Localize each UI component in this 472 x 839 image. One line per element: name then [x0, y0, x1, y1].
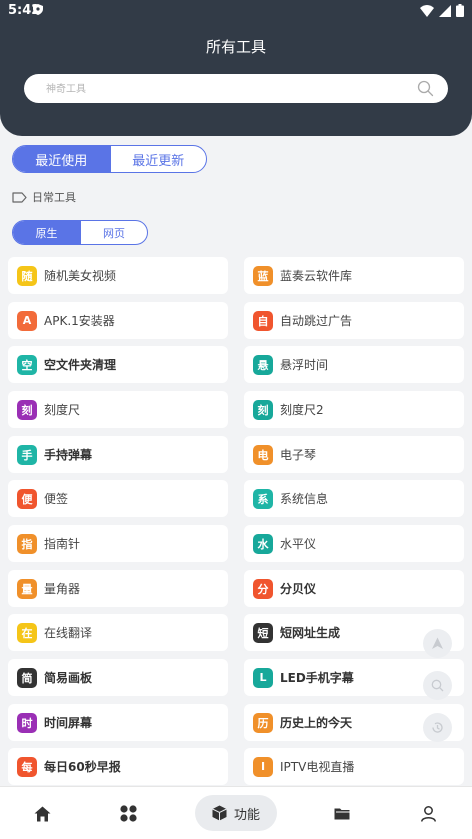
tool-label: 量角器 [44, 582, 81, 596]
tool-badge: 电 [253, 444, 273, 465]
tool-badge: 刻 [253, 399, 273, 420]
tool-badge: 随 [17, 265, 37, 286]
tool-label: 简易画板 [44, 671, 93, 685]
tool-label: 手持弹幕 [44, 448, 93, 462]
tool-badge: 指 [17, 533, 37, 554]
tool-badge: 蓝 [253, 265, 273, 286]
history-button[interactable] [423, 713, 452, 742]
nav-profile[interactable] [408, 787, 448, 839]
tool-card[interactable]: 蓝蓝奏云软件库 [244, 257, 464, 294]
user-icon [420, 805, 436, 822]
tool-card[interactable]: 刻刻度尺2 [244, 391, 464, 428]
nav-apps[interactable] [108, 787, 148, 839]
tool-badge: 便 [17, 488, 37, 509]
tool-card[interactable]: 系系统信息 [244, 480, 464, 517]
tool-label: 时间屏幕 [44, 716, 93, 730]
home-icon [34, 806, 50, 821]
tool-card[interactable]: 简简易画板 [8, 659, 228, 696]
tool-card[interactable]: 水水平仪 [244, 525, 464, 562]
tool-label: 电子琴 [280, 448, 317, 462]
tool-card[interactable]: 手手持弹幕 [8, 436, 228, 473]
tool-label: 刻度尺2 [280, 403, 324, 417]
scroll-top-button[interactable] [423, 629, 452, 658]
tool-label: LED手机字幕 [280, 671, 354, 685]
folder-icon [334, 808, 350, 820]
tool-badge: L [253, 667, 273, 688]
tool-badge: 短 [253, 622, 273, 643]
history-icon [432, 722, 443, 733]
tool-label: 分贝仪 [280, 582, 317, 596]
tool-label: 水平仪 [280, 537, 317, 551]
tool-label: 空文件夹清理 [44, 358, 117, 372]
navigation-arrow-icon [432, 637, 443, 649]
tool-card[interactable]: 悬悬浮时间 [244, 346, 464, 383]
tool-badge: 水 [253, 533, 273, 554]
tool-label: 每日60秒早报 [44, 760, 121, 774]
nav-functions[interactable]: 功能 [195, 795, 277, 831]
tool-card[interactable]: 时时间屏幕 [8, 704, 228, 741]
tool-badge: 刻 [17, 399, 37, 420]
tool-card[interactable]: I IPTV电视直播 [244, 748, 464, 785]
tool-badge: I [253, 756, 273, 777]
tool-badge: 时 [17, 712, 37, 733]
tool-badge: 每 [17, 756, 37, 777]
tool-badge: 简 [17, 667, 37, 688]
nav-files[interactable] [322, 787, 362, 839]
tool-badge: 系 [253, 488, 273, 509]
tool-label: 指南针 [44, 537, 81, 551]
tool-card[interactable]: A APK.1安装器 [8, 302, 228, 339]
tool-label: IPTV电视直播 [280, 760, 355, 774]
tool-label: 历史上的今天 [280, 716, 353, 730]
tool-card[interactable]: 电电子琴 [244, 436, 464, 473]
tool-badge: 历 [253, 712, 273, 733]
tool-badge: 量 [17, 578, 37, 599]
tool-label: 蓝奏云软件库 [280, 269, 353, 283]
tool-card[interactable]: 在在线翻译 [8, 614, 228, 651]
tool-badge: 手 [17, 444, 37, 465]
tool-card[interactable]: 指指南针 [8, 525, 228, 562]
tool-label: 悬浮时间 [280, 358, 329, 372]
float-search-button[interactable] [423, 671, 452, 700]
tool-badge: 空 [17, 354, 37, 375]
tool-label: 系统信息 [280, 492, 329, 506]
bottom-navigation: 功能 [0, 786, 472, 839]
apps-icon [119, 805, 137, 822]
tool-badge: 自 [253, 310, 273, 331]
tool-card[interactable]: 便便签 [8, 480, 228, 517]
tool-badge: 分 [253, 578, 273, 599]
tool-card[interactable]: 分分贝仪 [244, 570, 464, 607]
tool-badge: A [17, 310, 37, 331]
tool-badge: 在 [17, 622, 37, 643]
tool-card[interactable]: 刻刻度尺 [8, 391, 228, 428]
tool-label: 刻度尺 [44, 403, 81, 417]
tool-badge: 悬 [253, 354, 273, 375]
tool-card[interactable]: 空空文件夹清理 [8, 346, 228, 383]
tool-card[interactable]: 量量角器 [8, 570, 228, 607]
tool-card[interactable]: 自自动跳过广告 [244, 302, 464, 339]
tool-label: 便签 [44, 492, 69, 506]
tool-label: 在线翻译 [44, 626, 93, 640]
tool-label: APK.1安装器 [44, 314, 115, 328]
tool-label: 短网址生成 [280, 626, 341, 640]
nav-functions-label: 功能 [233, 807, 260, 823]
nav-home[interactable] [22, 787, 62, 839]
tool-label: 随机美女视频 [44, 269, 117, 283]
tool-grid: 随随机美女视频蓝蓝奏云软件库 A APK.1安装器自自动跳过广告空空文件夹清理悬悬浮… [0, 0, 472, 839]
search-icon [431, 679, 444, 692]
tool-card[interactable]: 随随机美女视频 [8, 257, 228, 294]
tool-label: 自动跳过广告 [280, 314, 353, 328]
tool-card[interactable]: 每每日60秒早报 [8, 748, 228, 785]
cube-icon [212, 805, 227, 821]
